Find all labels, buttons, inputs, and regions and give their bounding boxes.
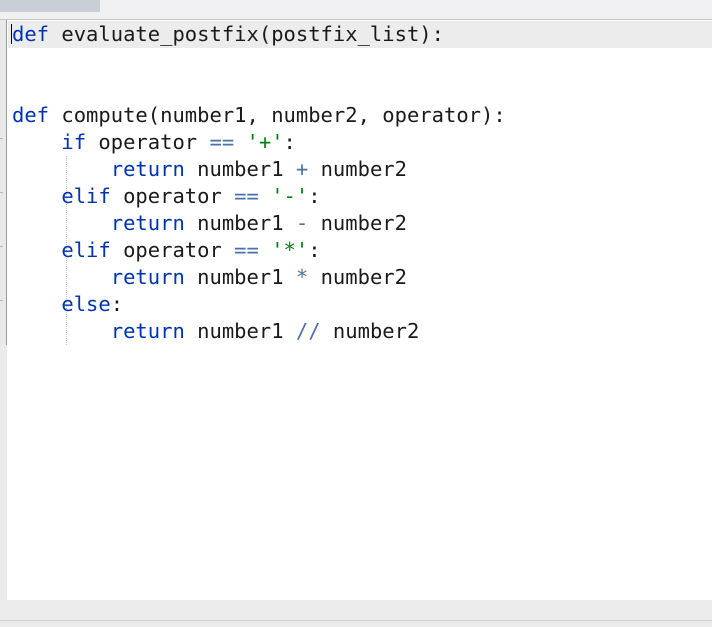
code-token: number2 bbox=[308, 211, 407, 235]
operator-token: - bbox=[295, 211, 309, 235]
keyword-token: elif bbox=[61, 184, 111, 208]
code-token: number1 bbox=[184, 157, 296, 181]
code-token: operator bbox=[86, 130, 210, 154]
code-token: : bbox=[110, 292, 124, 316]
code-token: number1 bbox=[184, 211, 296, 235]
code-line[interactable] bbox=[12, 48, 506, 75]
keyword-token: if bbox=[61, 130, 87, 154]
code-token: operator bbox=[110, 238, 235, 262]
operator-token: // bbox=[295, 319, 321, 343]
operator-token: == bbox=[234, 238, 259, 262]
fold-marker-icon bbox=[0, 138, 3, 139]
keyword-token: else bbox=[61, 292, 111, 316]
code-line[interactable]: else: bbox=[12, 291, 506, 318]
editor-tab[interactable] bbox=[0, 0, 100, 12]
code-token: : bbox=[308, 184, 321, 208]
code-token: number2 bbox=[308, 265, 407, 289]
string-token: '-' bbox=[271, 184, 309, 208]
keyword-token: return bbox=[110, 211, 185, 235]
operator-token: == bbox=[209, 130, 235, 154]
code-token: : bbox=[283, 130, 296, 154]
keyword-token: return bbox=[110, 157, 185, 181]
status-bar-divider bbox=[0, 620, 712, 621]
keyword-token: def bbox=[12, 103, 50, 127]
code-token: operator bbox=[110, 184, 235, 208]
code-line[interactable]: def evaluate_postfix(postfix_list): bbox=[12, 21, 506, 48]
code-token: evaluate_postfix(postfix_list): bbox=[49, 22, 444, 46]
code-line[interactable]: if operator == '+': bbox=[12, 129, 506, 156]
fold-marker-icon bbox=[0, 300, 3, 301]
keyword-token: def bbox=[12, 22, 50, 46]
string-token: '*' bbox=[271, 238, 309, 262]
code-line[interactable]: return number1 // number2 bbox=[12, 318, 506, 345]
operator-token: * bbox=[295, 265, 309, 289]
keyword-token: return bbox=[110, 265, 185, 289]
editor-gutter[interactable] bbox=[0, 20, 7, 345]
code-token: number2 bbox=[308, 157, 407, 181]
code-token: : bbox=[308, 238, 321, 262]
top-toolbar bbox=[0, 0, 712, 20]
code-token: number1 bbox=[184, 265, 296, 289]
code-line[interactable]: return number1 * number2 bbox=[12, 264, 506, 291]
code-line[interactable]: def compute(number1, number2, operator): bbox=[12, 102, 506, 129]
keyword-token: return bbox=[110, 319, 185, 343]
code-line[interactable]: elif operator == '-': bbox=[12, 183, 506, 210]
code-line[interactable]: return number1 - number2 bbox=[12, 210, 506, 237]
operator-token: + bbox=[295, 157, 309, 181]
text-caret bbox=[11, 24, 12, 44]
code-line[interactable] bbox=[12, 75, 506, 102]
code-content[interactable]: def evaluate_postfix(postfix_list): def … bbox=[12, 21, 506, 345]
status-bar bbox=[0, 600, 712, 627]
code-token: compute(number1, number2, operator): bbox=[49, 103, 506, 127]
code-token: number2 bbox=[320, 319, 420, 343]
keyword-token: elif bbox=[61, 238, 111, 262]
string-token: '+' bbox=[246, 130, 284, 154]
fold-marker-icon bbox=[0, 192, 3, 193]
operator-token: == bbox=[234, 184, 259, 208]
code-token: number1 bbox=[184, 319, 296, 343]
code-line[interactable]: elif operator == '*': bbox=[12, 237, 506, 264]
code-line[interactable]: return number1 + number2 bbox=[12, 156, 506, 183]
fold-marker-icon bbox=[0, 246, 3, 247]
